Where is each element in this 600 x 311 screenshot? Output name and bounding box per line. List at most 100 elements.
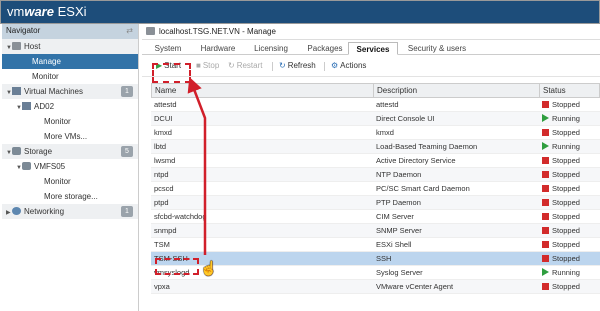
cell-description: attestd [376, 100, 399, 109]
nav-networking[interactable]: ▶ Networking 1 [2, 204, 138, 219]
cell-description: VMware vCenter Agent [376, 282, 454, 291]
stopped-icon [542, 199, 549, 206]
gear-icon: ⚙ [331, 61, 339, 70]
status-text: Stopped [552, 212, 580, 221]
cell-status: Stopped [539, 210, 600, 223]
nav-label: Storage [24, 147, 53, 156]
status-text: Stopped [552, 198, 580, 207]
nav-label: Virtual Machines [24, 87, 83, 96]
nav-virtual-machines[interactable]: ▼ Virtual Machines 1 [2, 84, 138, 99]
restart-button[interactable]: ↻ Restart [228, 59, 263, 73]
stopped-icon [542, 101, 549, 108]
tsm-ssh-highlight-box [155, 258, 199, 275]
cell-description: SNMP Server [376, 226, 422, 235]
vmware-esxi-logo: vmware ESXi [7, 4, 87, 19]
nav-label: Manage [32, 57, 61, 66]
table-row[interactable]: attestd attestd Stopped [151, 98, 600, 112]
tab-services[interactable]: Services [348, 42, 398, 55]
tab-security-users[interactable]: Security & users [402, 42, 472, 55]
cell-name: TSM [154, 240, 170, 249]
nav-storage-vmfs05[interactable]: ▼ VMFS05 [2, 159, 138, 174]
nav-label: More storage... [44, 192, 98, 201]
network-count-badge: 1 [121, 206, 133, 217]
table-row[interactable]: lwsmd Active Directory Service Stopped [151, 154, 600, 168]
stopped-icon [542, 227, 549, 234]
stopped-icon [542, 185, 549, 192]
nav-storage-monitor[interactable]: Monitor [2, 174, 138, 189]
pin-icon[interactable]: ⇄ [126, 26, 133, 35]
cell-description: kmxd [376, 128, 394, 137]
cell-name: vpxa [154, 282, 170, 291]
toolbar-divider [272, 62, 273, 71]
column-description[interactable]: Description [374, 84, 540, 98]
nav-more-storage[interactable]: More storage... [2, 189, 138, 204]
table-row[interactable]: snmpd SNMP Server Stopped [151, 224, 600, 238]
status-text: Stopped [552, 226, 580, 235]
running-icon [542, 268, 549, 276]
cell-status: Stopped [539, 126, 600, 139]
cell-status: Stopped [539, 252, 600, 265]
cell-status: Stopped [539, 168, 600, 181]
host-icon [146, 27, 155, 35]
nav-host-manage[interactable]: Manage [2, 54, 138, 69]
status-text: Stopped [552, 240, 580, 249]
page-title: localhost.TSG.NET.VN - Manage [142, 24, 600, 40]
status-text: Stopped [552, 184, 580, 193]
cell-name: snmpd [154, 226, 177, 235]
cell-name: pcscd [154, 184, 174, 193]
top-bar: vmware ESXi [0, 0, 600, 24]
tab-system[interactable]: System [146, 42, 190, 55]
stopped-icon [542, 213, 549, 220]
restart-label: Restart [236, 61, 263, 70]
cell-status: Running [539, 266, 600, 279]
cell-status: Running [539, 140, 600, 153]
cell-description: Syslog Server [376, 268, 423, 277]
cell-status: Stopped [539, 98, 600, 111]
nav-label: Networking [24, 207, 65, 216]
vm-icon [12, 87, 21, 95]
cell-name: lwsmd [154, 156, 176, 165]
status-text: Stopped [552, 100, 580, 109]
nav-vm-ad02[interactable]: ▼ AD02 [2, 99, 138, 114]
cell-status: Running [539, 112, 600, 125]
table-row[interactable]: TSM-SSH SSH Stopped [151, 252, 600, 266]
expand-icon[interactable]: ▶ [6, 206, 12, 221]
tab-hardware[interactable]: Hardware [194, 42, 242, 55]
table-row[interactable]: ntpd NTP Daemon Stopped [151, 168, 600, 182]
vm-icon [22, 102, 31, 110]
cell-description: CIM Server [376, 212, 414, 221]
start-highlight-box [152, 63, 191, 83]
column-status[interactable]: Status [540, 84, 600, 98]
stop-button[interactable]: ■ Stop [196, 59, 219, 73]
cell-name: attestd [154, 100, 177, 109]
table-row[interactable]: DCUI Direct Console UI Running [151, 112, 600, 126]
refresh-button[interactable]: ↻ Refresh [279, 59, 316, 73]
table-row[interactable]: sfcbd-watchdog CIM Server Stopped [151, 210, 600, 224]
table-row[interactable]: vmsyslogd Syslog Server Running [151, 266, 600, 280]
table-row[interactable]: lbtd Load-Based Teaming Daemon Running [151, 140, 600, 154]
table-row[interactable]: vpxa VMware vCenter Agent Stopped [151, 280, 600, 294]
stopped-icon [542, 157, 549, 164]
cell-status: Stopped [539, 182, 600, 195]
services-table: Name Description Status attestd attestd St… [151, 83, 600, 294]
stop-icon: ■ [196, 61, 201, 70]
column-name[interactable]: Name [152, 84, 374, 98]
cell-description: Load-Based Teaming Daemon [376, 142, 478, 151]
tab-licensing[interactable]: Licensing [246, 42, 296, 55]
nav-more-vms[interactable]: More VMs... [2, 129, 138, 144]
tab-packages[interactable]: Packages [300, 42, 350, 55]
cell-name: sfcbd-watchdog [154, 212, 207, 221]
table-row[interactable]: pcscd PC/SC Smart Card Daemon Stopped [151, 182, 600, 196]
cell-status: Stopped [539, 224, 600, 237]
nav-storage[interactable]: ▼ Storage 5 [2, 144, 138, 159]
nav-vm-monitor[interactable]: Monitor [2, 114, 138, 129]
cell-description: Direct Console UI [376, 114, 435, 123]
nav-host-monitor[interactable]: Monitor [2, 69, 138, 84]
nav-host[interactable]: ▼ Host [2, 39, 138, 54]
table-row[interactable]: kmxd kmxd Stopped [151, 126, 600, 140]
table-row[interactable]: ptpd PTP Daemon Stopped [151, 196, 600, 210]
actions-button[interactable]: ⚙ Actions [331, 59, 366, 73]
table-row[interactable]: TSM ESXi Shell Stopped [151, 238, 600, 252]
table-body: attestd attestd Stopped DCUI Direct Console … [151, 98, 600, 294]
cell-name: kmxd [154, 128, 172, 137]
